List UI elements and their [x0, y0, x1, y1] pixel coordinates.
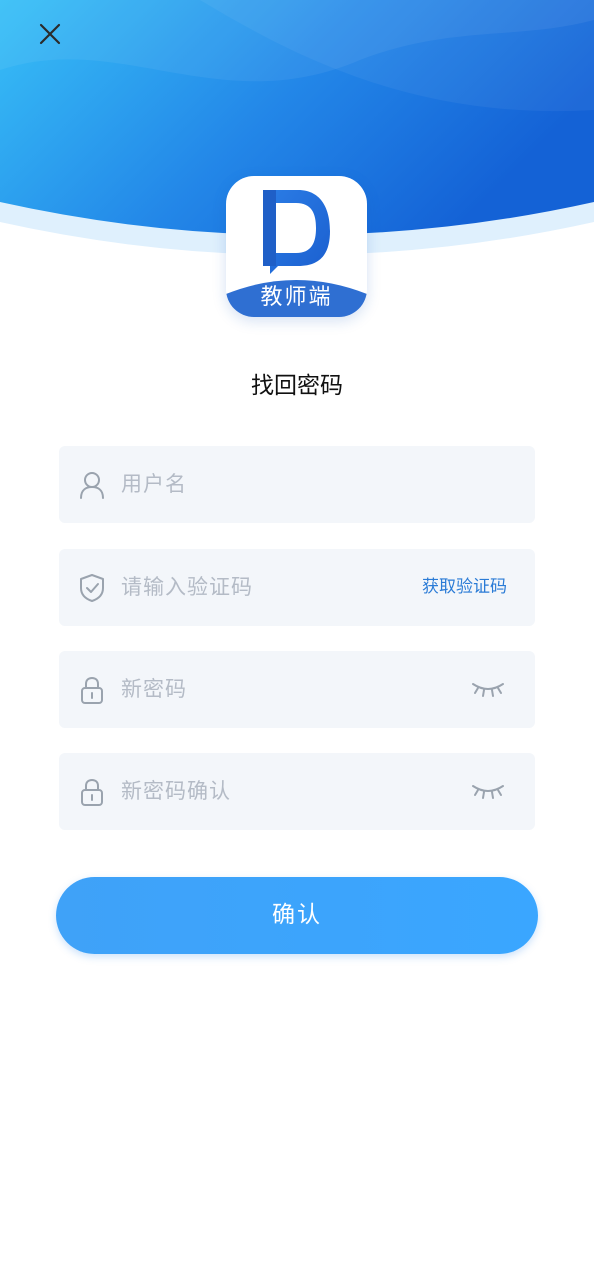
eye-closed-icon[interactable] — [471, 781, 505, 801]
lock-icon — [81, 676, 103, 704]
user-icon — [80, 472, 104, 499]
confirm-password-field[interactable]: 新密码确认 — [59, 753, 535, 830]
verification-code-field[interactable]: 请输入验证码 获取验证码 — [59, 549, 535, 626]
username-placeholder: 用户名 — [121, 472, 187, 496]
confirm-password-placeholder: 新密码确认 — [121, 779, 231, 803]
eye-closed-icon[interactable] — [471, 679, 505, 699]
lock-icon — [81, 778, 103, 806]
shield-check-icon — [80, 574, 104, 602]
new-password-field[interactable]: 新密码 — [59, 651, 535, 728]
app-logo: 教师端 — [226, 176, 367, 317]
get-code-button[interactable]: 获取验证码 — [422, 549, 507, 626]
username-field[interactable]: 用户名 — [59, 446, 535, 523]
page-title: 找回密码 — [251, 373, 343, 399]
close-icon — [39, 23, 61, 45]
logo-label: 教师端 — [260, 285, 333, 310]
confirm-button[interactable]: 确认 — [56, 877, 538, 954]
close-button[interactable] — [30, 14, 70, 54]
new-password-placeholder: 新密码 — [121, 677, 187, 701]
verification-code-placeholder: 请输入验证码 — [121, 575, 253, 599]
